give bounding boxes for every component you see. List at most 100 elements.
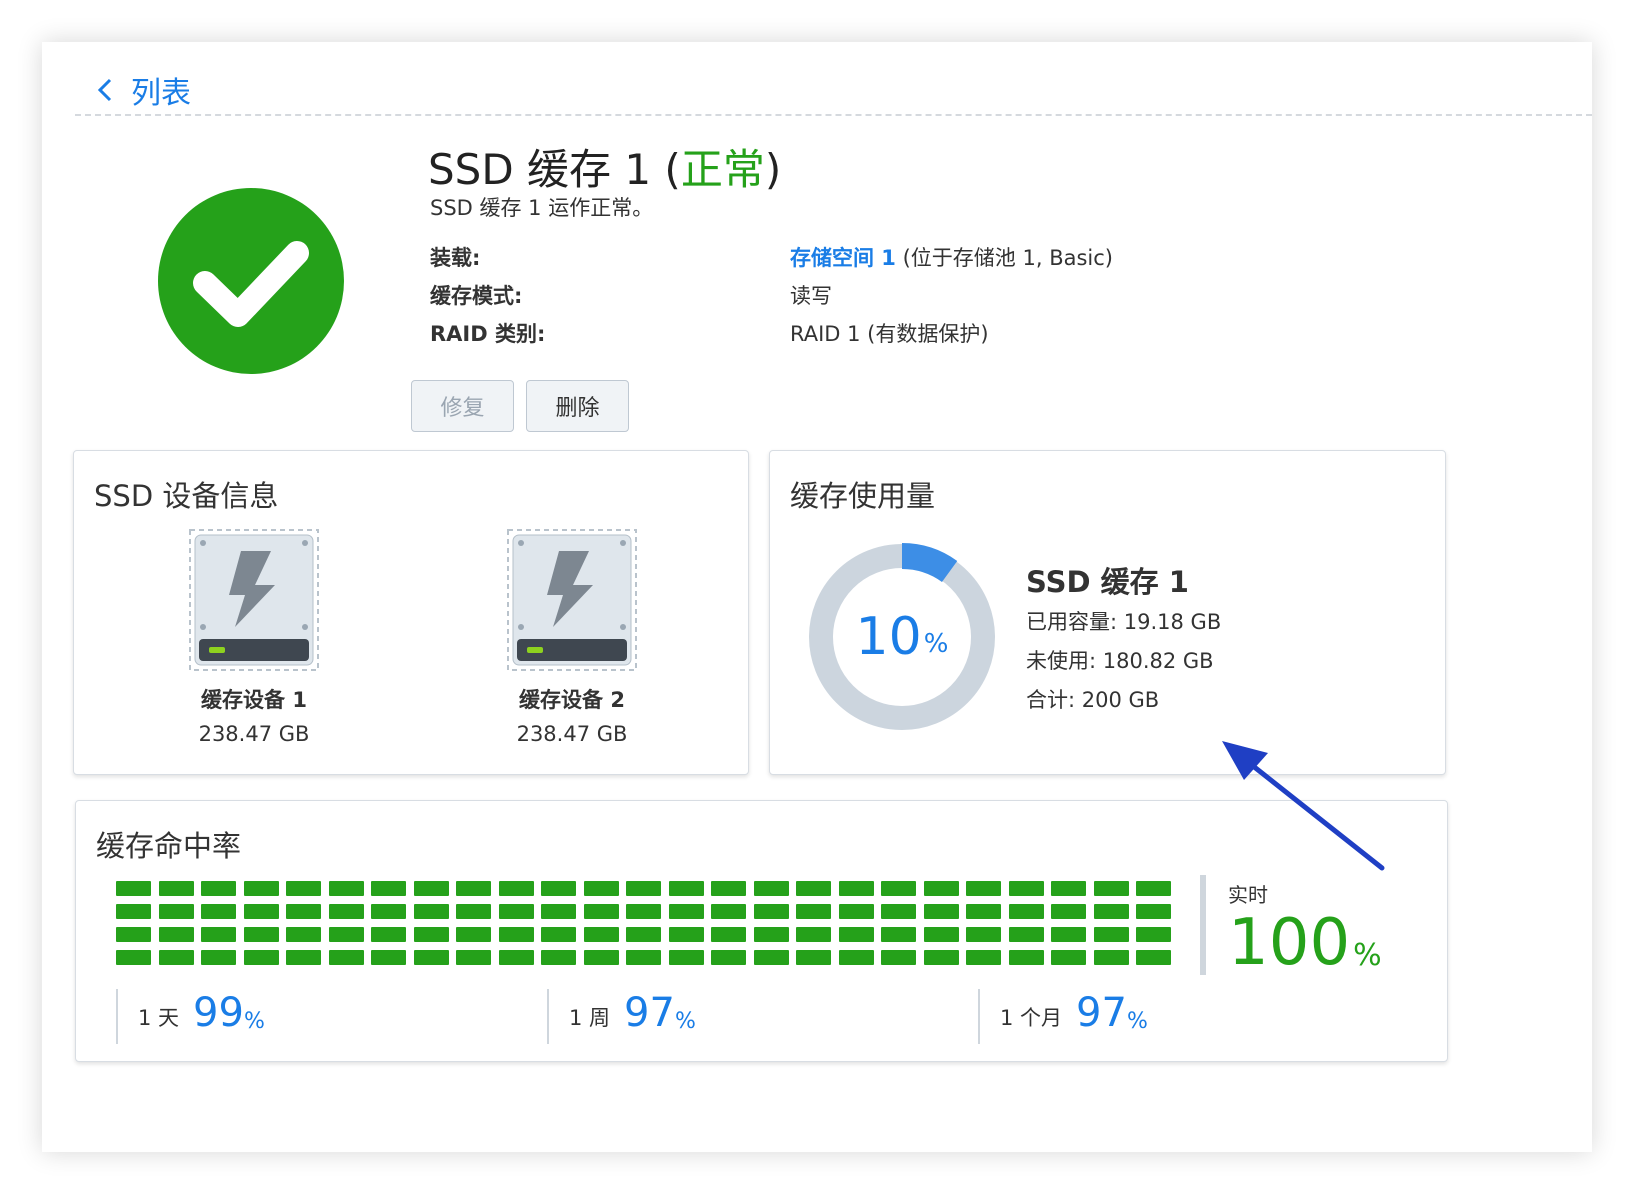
hit-rate-unit: % <box>243 1009 265 1034</box>
period-label: 1 个月 <box>1000 1006 1063 1030</box>
hit-rate-cell <box>413 881 449 896</box>
hit-rate-cell <box>286 927 321 942</box>
raid-type-label: RAID 类别: <box>430 322 546 346</box>
hit-rate-cell <box>456 927 491 942</box>
hit-rate-cell <box>626 927 661 942</box>
hit-rate-cell <box>413 904 449 919</box>
hit-rate-1-day: 1 天 99 % <box>116 989 265 1044</box>
hit-rate-cell <box>116 904 151 919</box>
hit-rate-cell <box>286 881 321 896</box>
realtime-divider <box>1200 875 1206 975</box>
hit-rate-cell <box>583 904 619 919</box>
hit-rate-1-week: 1 周 97 % <box>547 989 696 1044</box>
hit-rate-cell <box>158 904 194 919</box>
hit-rate-cell <box>881 881 916 896</box>
hit-rate-cell <box>498 927 534 942</box>
hit-rate-cell <box>201 881 236 896</box>
hit-rate-cell <box>881 904 916 919</box>
device-1-size: 238.47 GB <box>198 722 310 746</box>
status-description: SSD 缓存 1 运作正常。 <box>430 196 654 220</box>
hit-rate-value: 99 <box>193 990 244 1036</box>
mount-label: 装载: <box>430 246 481 270</box>
header-divider <box>75 114 1592 116</box>
hit-rate-cell <box>796 950 831 965</box>
hit-rate-cell <box>1051 950 1086 965</box>
mount-detail: (位于存储池 1, Basic) <box>895 246 1113 270</box>
hit-rate-cell <box>201 927 236 942</box>
hit-rate-cell <box>923 927 959 942</box>
hit-rate-value: 97 <box>624 990 675 1036</box>
hit-rate-cell <box>966 904 1001 919</box>
hit-rate-1-month: 1 个月 97 % <box>978 989 1148 1044</box>
hit-rate-cell <box>498 904 534 919</box>
hit-rate-cell <box>668 950 704 965</box>
hit-rate-cell <box>243 881 279 896</box>
hit-rate-cell <box>583 950 619 965</box>
period-label: 1 周 <box>569 1006 611 1030</box>
usage-panel-title: 缓存使用量 <box>790 479 936 513</box>
back-to-list-link[interactable]: 列表 <box>97 70 191 111</box>
hit-rate-cell <box>1051 927 1086 942</box>
hit-rate-unit: % <box>674 1009 696 1034</box>
cache-device-2[interactable]: 缓存设备 2 238.47 GB <box>507 529 637 746</box>
cache-mode-label: 缓存模式: <box>430 284 523 308</box>
hit-rate-cell <box>243 904 279 919</box>
title-suffix: ) <box>764 145 782 194</box>
hit-rate-cell <box>371 950 406 965</box>
hit-rate-cell <box>966 927 1001 942</box>
hit-rate-cell <box>371 904 406 919</box>
hit-rate-cell <box>838 950 874 965</box>
repair-button[interactable]: 修复 <box>411 380 514 432</box>
mount-value: 存储空间 1 (位于存储池 1, Basic) <box>790 242 1113 272</box>
hit-rate-cell <box>711 927 746 942</box>
hit-rate-cell <box>711 904 746 919</box>
hit-rate-cell <box>626 904 661 919</box>
delete-button[interactable]: 删除 <box>526 380 629 432</box>
device-2-size: 238.47 GB <box>516 722 628 746</box>
hit-rate-cell <box>966 950 1001 965</box>
total-capacity: 合计: 200 GB <box>1026 688 1160 712</box>
device-2-name: 缓存设备 2 <box>519 688 625 712</box>
hit-rate-unit: % <box>1126 1009 1148 1034</box>
hit-rate-cell <box>413 927 449 942</box>
hit-rate-cell <box>923 950 959 965</box>
hit-rate-cell <box>498 881 534 896</box>
used-capacity: 已用容量: 19.18 GB <box>1026 610 1222 634</box>
hit-rate-cell <box>201 950 236 965</box>
hit-rate-cell <box>243 950 279 965</box>
chevron-left-icon <box>97 78 112 102</box>
hit-rate-cell <box>1136 950 1171 965</box>
realtime-value: 100 <box>1228 906 1351 980</box>
hit-rate-cell <box>711 950 746 965</box>
cache-mode-value: 读写 <box>790 284 832 308</box>
back-label: 列表 <box>131 76 191 111</box>
hit-rate-value: 97 <box>1076 990 1127 1036</box>
hit-rate-cell <box>923 904 959 919</box>
volume-link[interactable]: 存储空间 1 <box>790 246 896 270</box>
hit-rate-cell <box>1093 927 1129 942</box>
hit-rate-cell <box>201 904 236 919</box>
hit-rate-cell <box>668 927 704 942</box>
storage-manager-window: 列表 SSD 缓存 1 (正常) SSD 缓存 1 运作正常。 装载: 存储空间… <box>42 42 1592 1152</box>
hit-rate-cell <box>583 927 619 942</box>
hit-rate-title: 缓存命中率 <box>96 829 242 863</box>
realtime-label: 实时 <box>1228 883 1268 907</box>
unused-capacity: 未使用: 180.82 GB <box>1026 649 1214 673</box>
hit-rate-cell <box>286 950 321 965</box>
realtime-hit-rate: 100 % <box>1228 911 1382 975</box>
cache-device-1[interactable]: 缓存设备 1 238.47 GB <box>189 529 319 746</box>
hit-rate-cell <box>668 881 704 896</box>
realtime-unit: % <box>1353 938 1382 973</box>
usage-percent-unit: % <box>923 629 949 659</box>
device-1-name: 缓存设备 1 <box>201 688 307 712</box>
hit-rate-cell <box>328 881 364 896</box>
hit-rate-cell <box>1008 881 1044 896</box>
hit-rate-cell <box>753 904 789 919</box>
hit-rate-cell <box>753 950 789 965</box>
hit-rate-cell <box>753 927 789 942</box>
hit-rate-cell <box>456 950 491 965</box>
hit-rate-cell <box>116 881 151 896</box>
hit-rate-cell <box>328 950 364 965</box>
annotation-arrow <box>1222 741 1385 871</box>
usage-percent-value: 10 <box>855 607 922 667</box>
